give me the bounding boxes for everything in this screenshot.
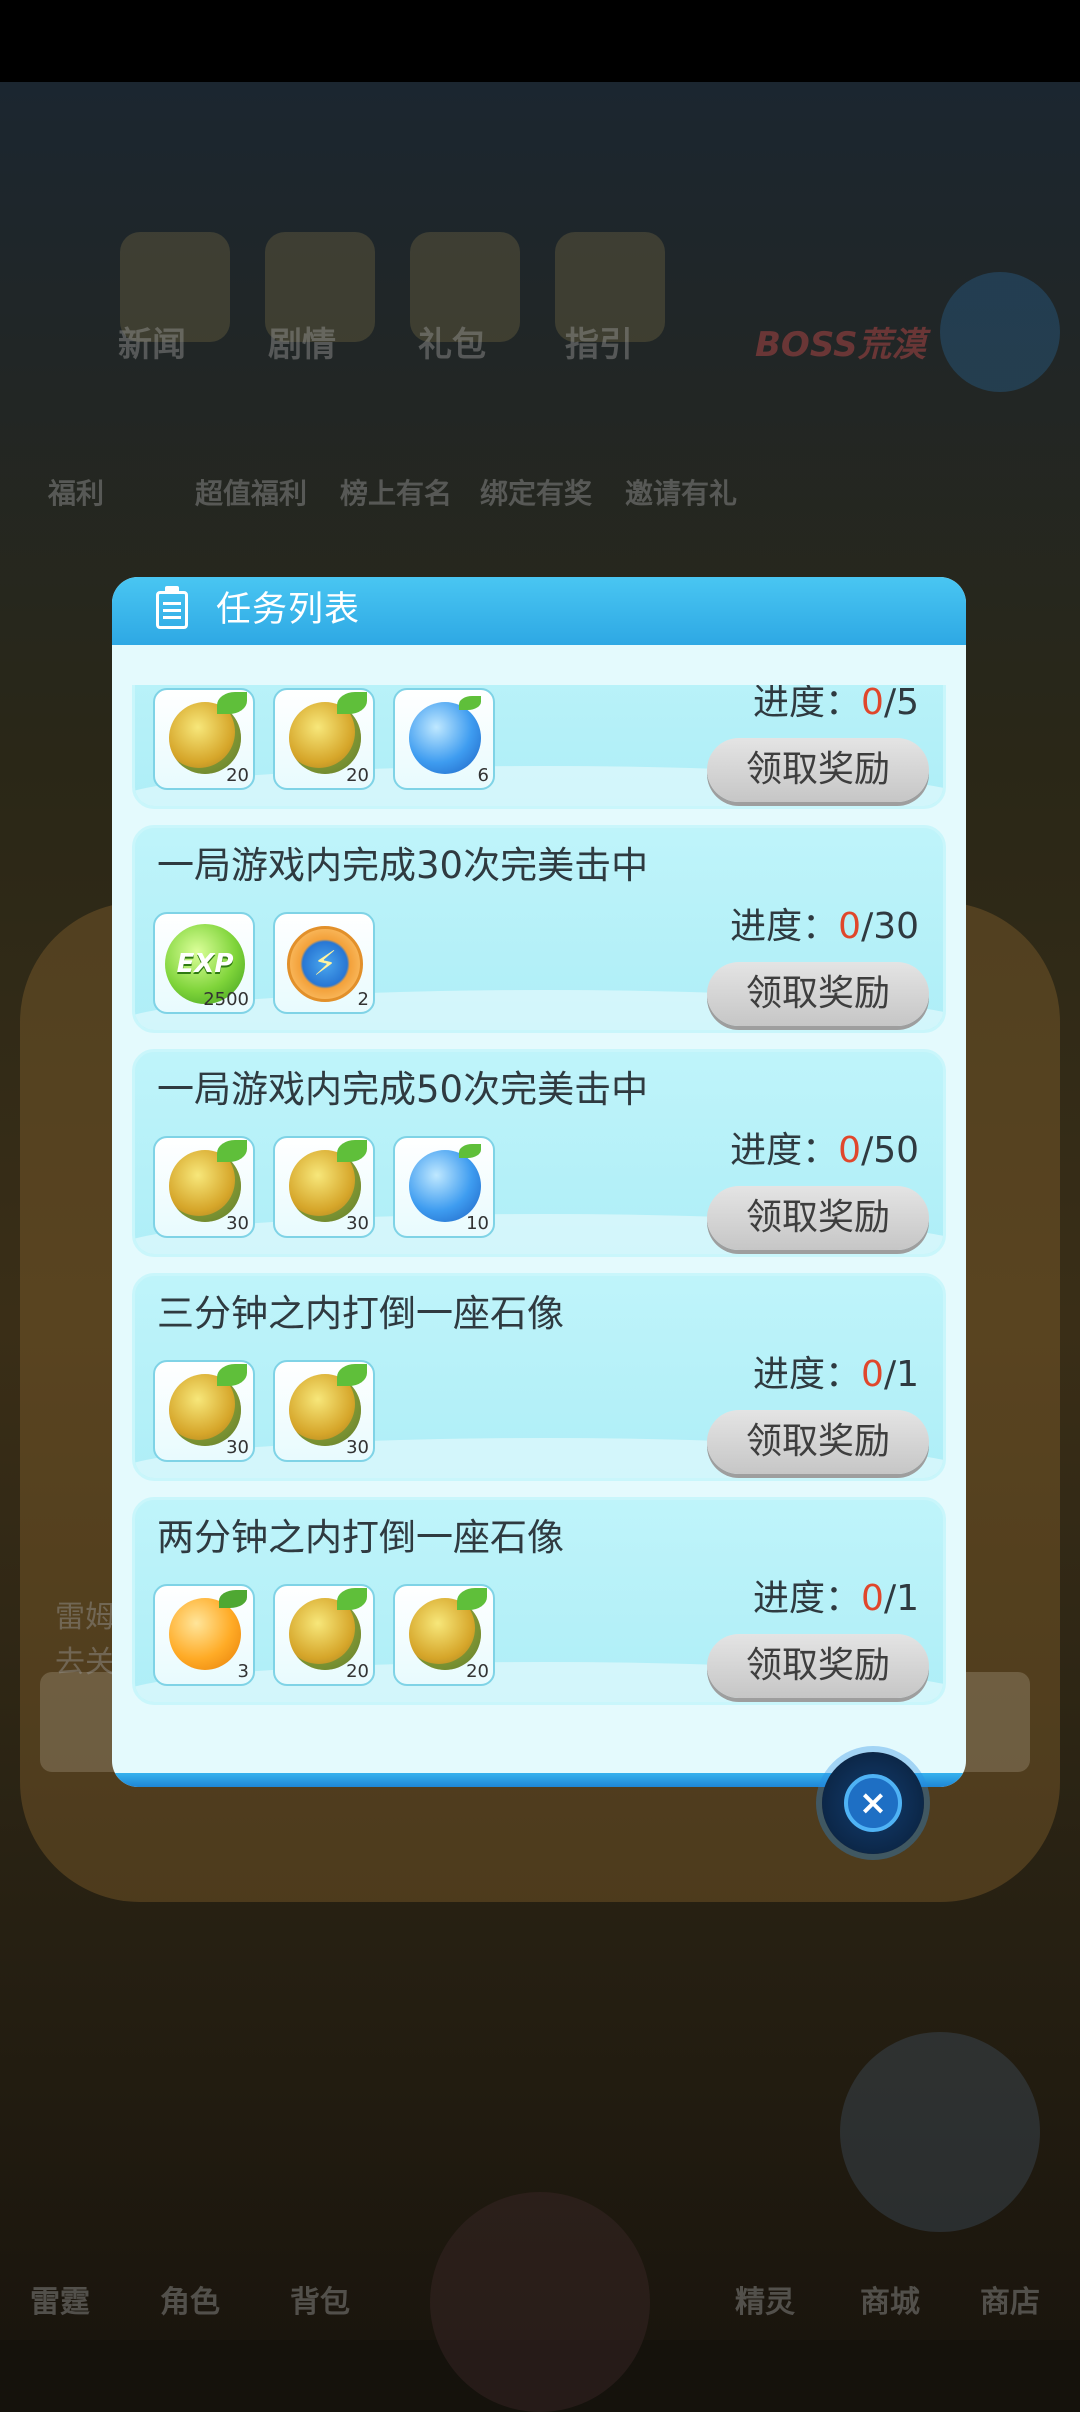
bg-nav-spirit: 精灵 <box>735 2285 795 2320</box>
reward-item[interactable]: 3 <box>153 1584 255 1686</box>
reward-item[interactable]: 20 <box>273 1584 375 1686</box>
gold-fruit-icon <box>289 1364 367 1446</box>
task-title: 一局游戏内完成50次完美击中 <box>157 1068 649 1111</box>
status-bar <box>0 0 1080 82</box>
bg-field-line1: 雷姆 <box>55 1600 115 1635</box>
bg-menu-gift: 礼包 <box>418 325 486 365</box>
reward-item[interactable]: 6 <box>393 688 495 790</box>
task-progress: 进度：0/5 <box>753 685 919 723</box>
reward-item[interactable]: 20 <box>393 1584 495 1686</box>
gold-fruit-icon <box>169 1364 247 1446</box>
claim-reward-button[interactable]: 领取奖励 <box>707 1186 929 1250</box>
clipboard-icon <box>156 586 188 629</box>
task-card: 一局游戏内完成50次完美击中 进度：0/50 30 30 10 领取奖励 <box>132 1049 946 1257</box>
gold-fruit-icon <box>169 1140 247 1222</box>
blue-fruit-icon <box>409 1144 481 1222</box>
blue-fruit-icon <box>409 696 481 774</box>
reward-item[interactable]: 30 <box>273 1136 375 1238</box>
reward-item[interactable]: 30 <box>153 1136 255 1238</box>
gold-fruit-icon <box>409 1588 487 1670</box>
gold-fruit-icon <box>289 1588 367 1670</box>
gold-fruit-icon <box>289 1140 367 1222</box>
task-card: 两分钟之内打倒一座石像 进度：0/1 3 20 20 领取奖励 <box>132 1497 946 1705</box>
bg-menu-value: 超值福利 <box>195 477 308 510</box>
list-top-fade <box>112 645 966 685</box>
claim-reward-button[interactable]: 领取奖励 <box>707 1410 929 1474</box>
bg-menu-invite: 邀请有礼 <box>625 477 738 510</box>
bg-menu-bind: 绑定有奖 <box>480 477 593 510</box>
bg-nav-mall: 商城 <box>860 2285 920 2320</box>
bg-action-button <box>840 2032 1040 2232</box>
task-card: 三分钟之内打倒一座石像 进度：0/1 30 30 领取奖励 <box>132 1273 946 1481</box>
bg-menu-rank: 榜上有名 <box>340 477 453 510</box>
bg-menu-boss: BOSS荒漠 <box>755 325 926 365</box>
claim-reward-button[interactable]: 领取奖励 <box>707 1634 929 1698</box>
reward-item[interactable]: EXP 2500 <box>153 912 255 1014</box>
reward-item[interactable]: 10 <box>393 1136 495 1238</box>
task-list-dialog: 任务列表 进度：0/5 20 20 6 领取奖励 一局游戏内完成30次完美击中 … <box>112 577 966 1787</box>
claim-reward-button[interactable]: 领取奖励 <box>707 738 929 802</box>
task-progress: 进度：0/1 <box>753 1578 919 1619</box>
bg-nav-shop: 商店 <box>980 2285 1040 2320</box>
task-progress: 进度：0/1 <box>753 1354 919 1395</box>
bg-menu-story: 剧情 <box>268 325 336 365</box>
close-dialog-button[interactable]: × <box>822 1752 924 1854</box>
bg-nav-thunder: 雷霆 <box>30 2285 90 2320</box>
gold-fruit-icon <box>169 692 247 774</box>
bg-menu-welfare: 福利 <box>48 477 105 510</box>
gold-fruit-icon <box>289 692 367 774</box>
bg-center-button <box>430 2192 650 2412</box>
bg-field-line2: 去关 <box>55 1645 115 1680</box>
task-list[interactable]: 进度：0/5 20 20 6 领取奖励 一局游戏内完成30次完美击中 进度：0/… <box>132 685 946 1747</box>
reward-item[interactable]: 2 <box>273 912 375 1014</box>
dialog-title: 任务列表 <box>216 590 361 630</box>
close-icon: × <box>844 1774 902 1832</box>
map-icon <box>940 272 1060 392</box>
bg-nav-role: 角色 <box>160 2285 220 2320</box>
task-progress: 进度：0/30 <box>730 906 919 947</box>
reward-item[interactable]: 20 <box>153 688 255 790</box>
reward-item[interactable]: 30 <box>153 1360 255 1462</box>
task-card: 进度：0/5 20 20 6 领取奖励 <box>132 685 946 809</box>
claim-reward-button[interactable]: 领取奖励 <box>707 962 929 1026</box>
dialog-header: 任务列表 <box>112 577 966 645</box>
task-title: 一局游戏内完成30次完美击中 <box>157 844 649 887</box>
bg-nav-bag: 背包 <box>290 2285 350 2320</box>
task-card: 一局游戏内完成30次完美击中 进度：0/30 EXP2500 2 领取奖励 <box>132 825 946 1033</box>
orange-fruit-icon <box>169 1590 247 1670</box>
task-title: 两分钟之内打倒一座石像 <box>157 1516 564 1559</box>
reward-item[interactable]: 30 <box>273 1360 375 1462</box>
reward-item[interactable]: 20 <box>273 688 375 790</box>
bg-menu-guide: 指引 <box>565 325 633 365</box>
lightning-badge-icon <box>287 926 363 1002</box>
task-title: 三分钟之内打倒一座石像 <box>157 1292 564 1335</box>
bg-menu-news: 新闻 <box>118 325 186 365</box>
task-progress: 进度：0/50 <box>730 1130 919 1171</box>
